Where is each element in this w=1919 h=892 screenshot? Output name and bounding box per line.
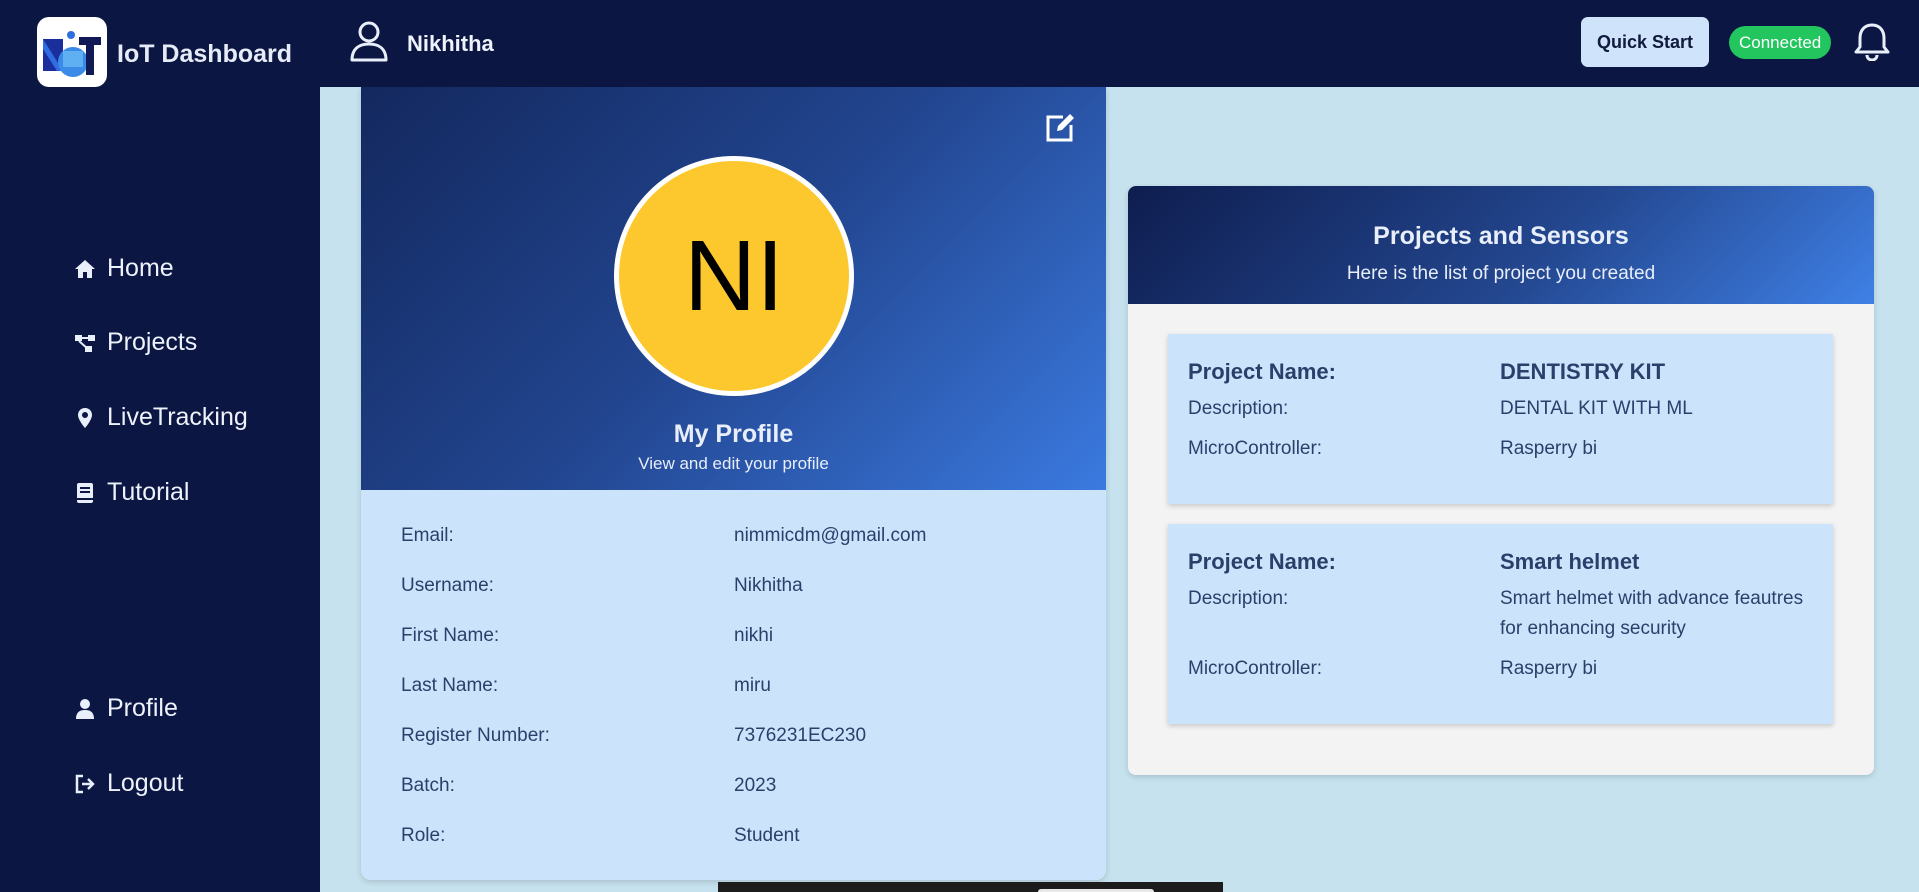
book-icon <box>77 482 93 503</box>
field-value: 2023 <box>734 775 777 796</box>
field-label: Last Name: <box>401 675 499 696</box>
project-description-value: DENTAL KIT WITH ML <box>1500 398 1693 419</box>
sidebar-item-home[interactable]: Home <box>74 254 174 283</box>
project-item[interactable]: Project Name: DENTISTRY KIT Description:… <box>1168 334 1833 504</box>
sidebar-item-livetracking[interactable]: LiveTracking <box>74 403 248 432</box>
top-bar: IoT Dashboard Nikhitha Quick Start Conne… <box>0 0 1919 87</box>
sidebar-item-label: Projects <box>107 328 198 356</box>
field-label: Role: <box>401 825 446 846</box>
sidebar-item-tutorial[interactable]: Tutorial <box>74 478 189 507</box>
header-user-name: Nikhitha <box>407 31 494 56</box>
location-pin-icon <box>78 407 92 428</box>
projects-card: Projects and Sensors Here is the list of… <box>1128 186 1874 775</box>
quick-start-button[interactable]: Quick Start <box>1581 17 1709 67</box>
project-description-label: Description: <box>1188 398 1289 419</box>
field-label: Register Number: <box>401 725 550 746</box>
sidebar-item-label: Tutorial <box>107 478 190 506</box>
avatar: NI <box>614 156 854 396</box>
field-value: Student <box>734 825 800 846</box>
projects-header: Projects and Sensors Here is the list of… <box>1128 186 1874 304</box>
projects-title: Projects and Sensors <box>1373 222 1629 250</box>
notification-bell-icon[interactable] <box>1853 21 1891 61</box>
project-description-value: Smart helmet with advance feautres for e… <box>1500 588 1804 639</box>
sidebar-item-logout[interactable]: Logout <box>74 769 183 798</box>
field-label: Email: <box>401 525 454 546</box>
project-name-label: Project Name: <box>1188 359 1336 384</box>
home-icon <box>75 259 95 278</box>
app-logo[interactable] <box>37 17 107 87</box>
project-item[interactable]: Project Name: Smart helmet Description: … <box>1168 524 1833 724</box>
profile-details: Email: nimmicdm@gmail.com Username: Nikh… <box>361 490 1106 880</box>
project-name-value: DENTISTRY KIT <box>1500 359 1666 384</box>
iot-logo-icon <box>43 31 101 77</box>
projects-subtitle: Here is the list of project you created <box>1346 263 1656 284</box>
logout-icon <box>75 774 95 793</box>
field-label: First Name: <box>401 625 500 646</box>
connection-status-badge: Connected <box>1729 26 1832 59</box>
field-value: nikhi <box>734 625 774 646</box>
field-value: 7376231EC230 <box>734 725 867 746</box>
sidebar-item-label: Home <box>107 254 174 282</box>
project-microcontroller-value: Rasperry bi <box>1500 658 1598 679</box>
sidebar-item-label: LiveTracking <box>107 403 248 431</box>
profile-header: NI My Profile View and edit your profile <box>361 87 1106 490</box>
sidebar: Home Projects LiveTracking Tutorial Prof… <box>0 87 320 892</box>
sidebar-item-projects[interactable]: Projects <box>74 328 197 357</box>
project-description-label: Description: <box>1188 588 1289 609</box>
sidebar-item-label: Logout <box>107 769 184 797</box>
profile-title: My Profile <box>673 420 794 448</box>
sidebar-item-profile[interactable]: Profile <box>74 694 178 723</box>
field-label: Username: <box>401 575 494 596</box>
project-name-label: Project Name: <box>1188 549 1336 574</box>
field-value: nimmicdm@gmail.com <box>734 525 927 546</box>
profile-card: NI My Profile View and edit your profile… <box>361 87 1106 880</box>
sidebar-item-label: Profile <box>107 694 178 722</box>
project-name-value: Smart helmet <box>1500 549 1640 574</box>
user-icon <box>76 698 94 719</box>
project-microcontroller-label: MicroController: <box>1188 438 1323 459</box>
app-title: IoT Dashboard <box>117 40 293 68</box>
field-label: Batch: <box>401 775 455 796</box>
edit-icon[interactable] <box>1043 111 1077 145</box>
user-outline-icon <box>350 21 388 62</box>
field-value: miru <box>734 675 771 696</box>
project-microcontroller-value: Rasperry bi <box>1500 438 1598 459</box>
projects-icon <box>75 334 95 352</box>
profile-subtitle: View and edit your profile <box>638 454 829 473</box>
field-value: Nikhitha <box>734 575 803 596</box>
project-microcontroller-label: MicroController: <box>1188 658 1323 679</box>
